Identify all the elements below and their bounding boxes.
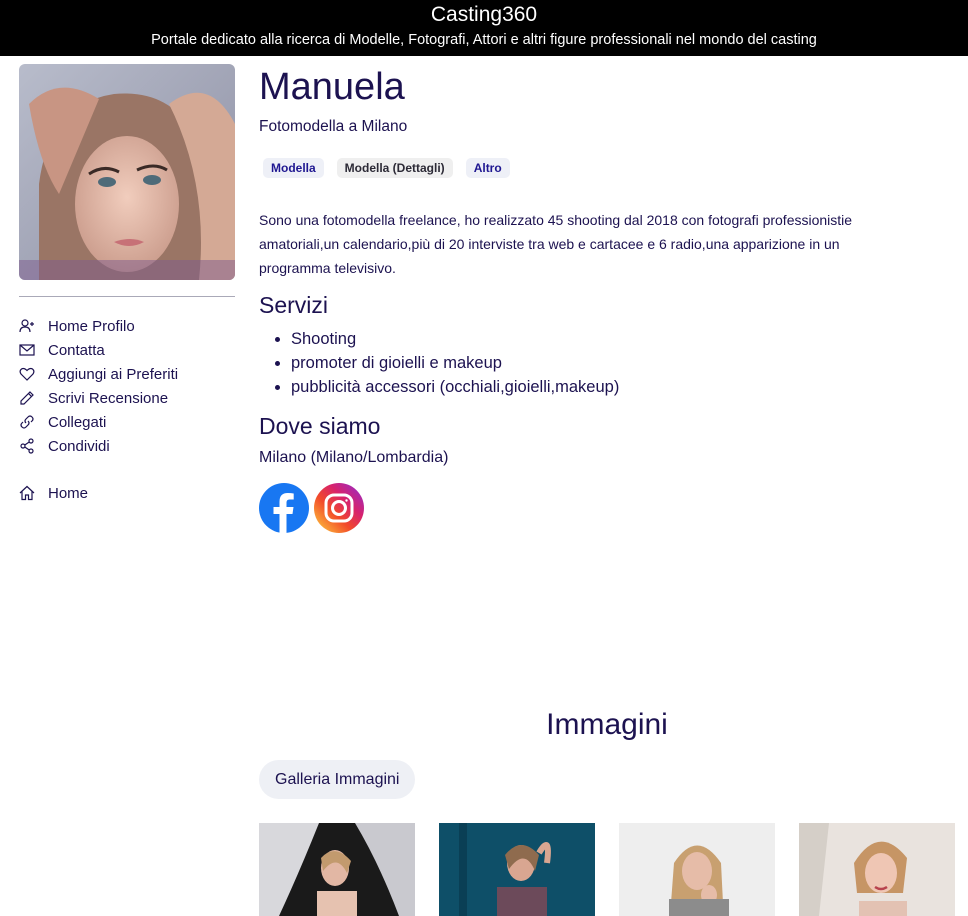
profile-name: Manuela bbox=[259, 66, 405, 108]
share-icon bbox=[19, 438, 35, 454]
gallery-thumbnail[interactable] bbox=[259, 823, 415, 916]
sidebar-item-label: Condividi bbox=[48, 437, 110, 455]
location-heading: Dove siamo bbox=[259, 413, 381, 439]
gallery-thumbnail[interactable] bbox=[439, 823, 595, 916]
sidebar-item-home[interactable]: Home bbox=[19, 481, 235, 505]
sidebar-item-label: Home Profilo bbox=[48, 317, 135, 335]
sidebar-item-scrivi-recensione[interactable]: Scrivi Recensione bbox=[19, 386, 235, 410]
tag-modella[interactable]: Modella bbox=[263, 158, 324, 178]
envelope-icon bbox=[19, 342, 35, 358]
services-heading: Servizi bbox=[259, 292, 329, 318]
facebook-icon[interactable] bbox=[259, 483, 309, 533]
profile-main: Manuela Fotomodella a Milano Modella Mod… bbox=[259, 64, 959, 533]
sidebar-gap bbox=[19, 458, 235, 481]
gallery-thumbnail[interactable] bbox=[619, 823, 775, 916]
profile-bio: Sono una fotomodella freelance, ho reali… bbox=[259, 212, 853, 276]
pencil-icon bbox=[19, 390, 35, 406]
site-header: Casting360 Portale dedicato alla ricerca… bbox=[0, 0, 968, 56]
social-links bbox=[259, 483, 959, 533]
sidebar: Home Profilo Contatta Aggiungi ai Prefer… bbox=[19, 64, 235, 505]
sidebar-item-label: Home bbox=[48, 484, 89, 502]
site-title[interactable]: Casting360 bbox=[0, 3, 968, 27]
sidebar-item-collegati[interactable]: Collegati bbox=[19, 410, 235, 434]
gallery-button[interactable]: Galleria Immagini bbox=[259, 760, 416, 799]
sidebar-item-aggiungi-preferiti[interactable]: Aggiungi ai Preferiti bbox=[19, 362, 235, 386]
heart-icon bbox=[19, 366, 35, 382]
list-item: promoter di gioielli e makeup bbox=[291, 351, 959, 375]
tag-altro[interactable]: Altro bbox=[465, 158, 510, 178]
tag-modella-dettagli[interactable]: Modella (Dettagli) bbox=[336, 158, 453, 178]
link-icon bbox=[19, 414, 35, 430]
sidebar-item-contatta[interactable]: Contatta bbox=[19, 338, 235, 362]
sidebar-item-label: Aggiungi ai Preferiti bbox=[48, 365, 179, 383]
gallery-thumbnail[interactable] bbox=[799, 823, 955, 916]
list-item: pubblicità accessori (occhiali,gioielli,… bbox=[291, 375, 959, 399]
sidebar-item-label: Contatta bbox=[48, 341, 105, 359]
images-heading: Immagini bbox=[546, 708, 668, 741]
sidebar-item-label: Scrivi Recensione bbox=[48, 389, 169, 407]
sidebar-nav: Home Profilo Contatta Aggiungi ai Prefer… bbox=[19, 314, 235, 505]
profile-photo[interactable] bbox=[19, 64, 235, 280]
add-user-icon bbox=[19, 318, 35, 334]
site-subtitle: Portale dedicato alla ricerca di Modelle… bbox=[151, 32, 817, 48]
location-text: Milano (Milano/Lombardia) bbox=[259, 449, 449, 466]
home-icon bbox=[19, 485, 35, 501]
sidebar-item-condividi[interactable]: Condividi bbox=[19, 434, 235, 458]
services-list: Shooting promoter di gioielli e makeup p… bbox=[291, 327, 959, 399]
sidebar-divider bbox=[19, 296, 235, 297]
sidebar-item-home-profilo[interactable]: Home Profilo bbox=[19, 314, 235, 338]
instagram-icon[interactable] bbox=[314, 483, 364, 533]
profile-role: Fotomodella a Milano bbox=[259, 118, 408, 135]
profile-tags: Modella Modella (Dettagli) Altro bbox=[263, 158, 959, 178]
list-item: Shooting bbox=[291, 327, 959, 351]
sidebar-item-label: Collegati bbox=[48, 413, 107, 431]
image-thumbnails bbox=[259, 823, 955, 916]
